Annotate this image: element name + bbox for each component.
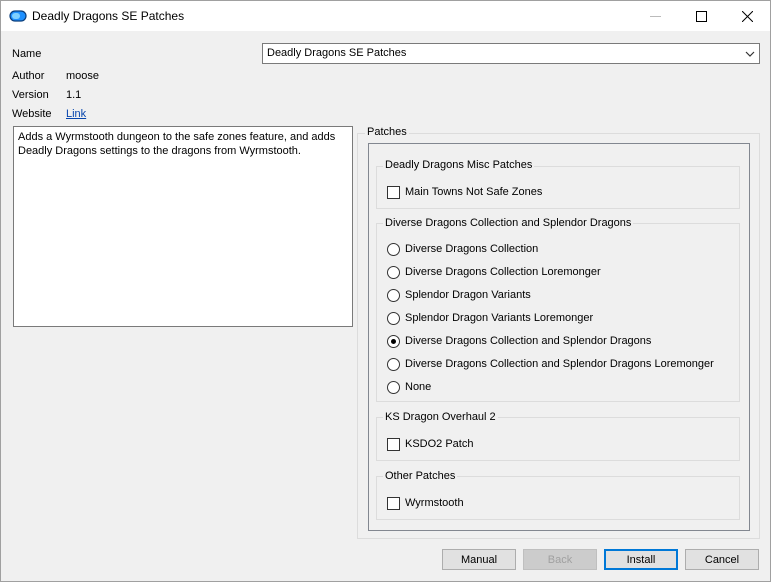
app-icon <box>9 10 27 22</box>
cancel-button[interactable]: Cancel <box>685 549 759 570</box>
checkbox-label: Main Towns Not Safe Zones <box>405 186 543 198</box>
checkbox-box[interactable] <box>387 496 400 510</box>
maximize-icon <box>695 10 707 22</box>
radio-label: Splendor Dragon Variants <box>405 289 531 301</box>
website-label: Website <box>12 108 52 120</box>
radio-button[interactable] <box>387 265 400 279</box>
radio-label: Splendor Dragon Variants Loremonger <box>405 312 594 324</box>
radio-none[interactable]: None <box>387 380 431 394</box>
manual-button[interactable]: Manual <box>442 549 516 570</box>
radio-label: Diverse Dragons Collection Loremonger <box>405 266 601 278</box>
radio-label: Diverse Dragons Collection and Splendor … <box>405 335 652 347</box>
group-other-patches-title: Other Patches <box>383 470 458 482</box>
radio-diverse-and-splendor-loremonger[interactable]: Diverse Dragons Collection and Splendor … <box>387 357 714 371</box>
name-label: Name <box>12 48 42 60</box>
window-title: Deadly Dragons SE Patches <box>32 9 185 23</box>
author-value: moose <box>66 70 100 82</box>
radio-button[interactable] <box>387 380 400 394</box>
version-label: Version <box>12 89 49 101</box>
radio-splendor-loremonger[interactable]: Splendor Dragon Variants Loremonger <box>387 311 593 325</box>
checkbox-label: Wyrmstooth <box>405 497 464 509</box>
radio-button-selected[interactable] <box>387 334 400 348</box>
checkbox-box[interactable] <box>387 185 400 199</box>
radio-label: Diverse Dragons Collection <box>405 243 539 255</box>
radio-button[interactable] <box>387 357 400 371</box>
description-box[interactable]: Adds a Wyrmstooth dungeon to the safe zo… <box>13 126 353 327</box>
name-dropdown-value: Deadly Dragons SE Patches <box>267 47 407 59</box>
back-button[interactable]: Back <box>523 549 597 570</box>
title-bar[interactable]: Deadly Dragons SE Patches <box>1 1 770 31</box>
close-icon <box>741 10 753 22</box>
patches-group-title: Patches <box>365 126 409 138</box>
chevron-down-icon <box>745 51 755 57</box>
website-link[interactable]: Link <box>66 108 86 120</box>
radio-diverse-loremonger[interactable]: Diverse Dragons Collection Loremonger <box>387 265 601 279</box>
radio-button[interactable] <box>387 288 400 302</box>
author-label: Author <box>12 70 45 82</box>
install-button[interactable]: Install <box>604 549 678 570</box>
radio-label: Diverse Dragons Collection and Splendor … <box>405 358 714 370</box>
checkbox-ksdo2[interactable]: KSDO2 Patch <box>387 437 473 451</box>
group-misc-patches-title: Deadly Dragons Misc Patches <box>383 159 535 171</box>
radio-button[interactable] <box>387 311 400 325</box>
radio-diverse-and-splendor[interactable]: Diverse Dragons Collection and Splendor … <box>387 334 651 348</box>
radio-label: None <box>405 381 432 393</box>
installer-window: Deadly Dragons SE Patches Name Deadly Dr… <box>0 0 771 582</box>
maximize-button[interactable] <box>678 1 724 31</box>
checkbox-box[interactable] <box>387 437 400 451</box>
group-diverse-splendor-title: Diverse Dragons Collection and Splendor … <box>383 217 634 229</box>
radio-diverse-dragons[interactable]: Diverse Dragons Collection <box>387 242 538 256</box>
minimize-icon <box>649 15 661 17</box>
checkbox-label: KSDO2 Patch <box>405 438 474 450</box>
minimize-button[interactable] <box>632 1 678 31</box>
checkbox-wyrmstooth[interactable]: Wyrmstooth <box>387 496 464 510</box>
radio-splendor-variants[interactable]: Splendor Dragon Variants <box>387 288 531 302</box>
close-button[interactable] <box>724 1 770 31</box>
group-ksdo2-title: KS Dragon Overhaul 2 <box>383 411 498 423</box>
checkbox-main-towns[interactable]: Main Towns Not Safe Zones <box>387 185 542 199</box>
name-dropdown[interactable]: Deadly Dragons SE Patches <box>262 43 760 64</box>
radio-button[interactable] <box>387 242 400 256</box>
version-value: 1.1 <box>66 89 82 101</box>
